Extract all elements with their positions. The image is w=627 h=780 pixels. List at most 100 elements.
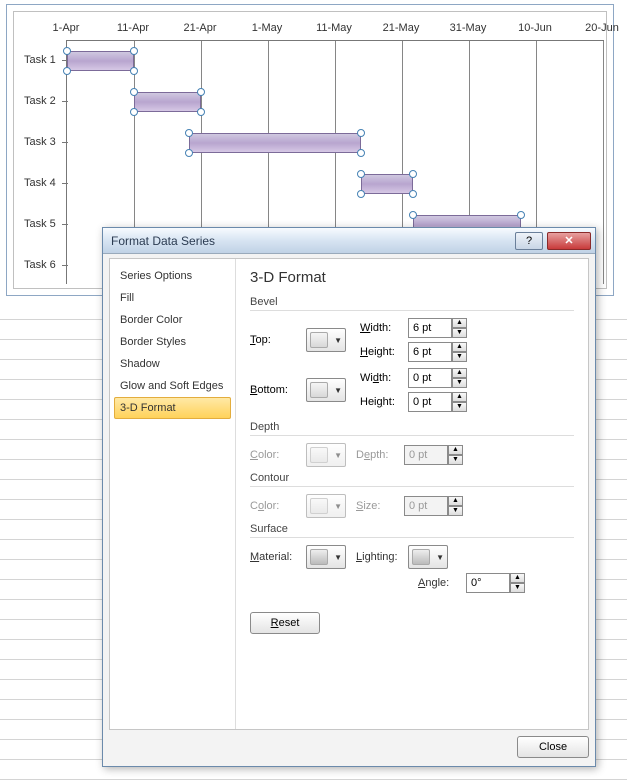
contour-size-spinner: ▲▼ (404, 496, 463, 516)
bar-task4[interactable] (361, 174, 413, 194)
lighting-swatch-icon (412, 549, 430, 565)
selection-handle[interactable] (130, 67, 138, 75)
spin-down-icon[interactable]: ▼ (452, 328, 467, 338)
top-width-input[interactable] (408, 318, 452, 338)
selection-handle[interactable] (130, 88, 138, 96)
chevron-down-icon: ▼ (334, 553, 342, 562)
bottom-height-spinner[interactable]: ▲▼ (408, 392, 467, 412)
spin-down-icon: ▼ (448, 506, 463, 516)
category-list: Series Options Fill Border Color Border … (110, 259, 236, 729)
category-3d-format[interactable]: 3-D Format (114, 397, 231, 419)
chevron-down-icon: ▼ (334, 386, 342, 395)
spin-down-icon[interactable]: ▼ (452, 402, 467, 412)
help-icon: ? (526, 235, 532, 247)
spin-down-icon[interactable]: ▼ (452, 378, 467, 388)
category-series-options[interactable]: Series Options (114, 265, 231, 287)
chevron-down-icon: ▼ (334, 451, 342, 460)
x-tick: 20-Jun (572, 22, 627, 34)
bottom-width-spinner[interactable]: ▲▼ (408, 368, 467, 388)
selection-handle[interactable] (357, 190, 365, 198)
bar-task2[interactable] (134, 92, 201, 112)
paint-bucket-icon (310, 498, 328, 514)
format-data-series-dialog: Format Data Series ? ✕ Series Options Fi… (102, 227, 596, 767)
spin-down-icon[interactable]: ▼ (510, 583, 525, 593)
close-icon: ✕ (564, 234, 573, 247)
chevron-down-icon: ▼ (436, 553, 444, 562)
depth-spinner: ▲▼ (404, 445, 463, 465)
bevel-bottom-picker[interactable]: ▼ (306, 378, 346, 402)
selection-handle[interactable] (409, 211, 417, 219)
spin-up-icon[interactable]: ▲ (452, 392, 467, 402)
category-shadow[interactable]: Shadow (114, 353, 231, 375)
selection-handle[interactable] (130, 108, 138, 116)
angle-spinner[interactable]: ▲▼ (466, 573, 525, 593)
spin-up-icon[interactable]: ▲ (452, 318, 467, 328)
selection-handle[interactable] (409, 170, 417, 178)
category-glow[interactable]: Glow and Soft Edges (114, 375, 231, 397)
bottom-width-input[interactable] (408, 368, 452, 388)
bevel-group-label: Bevel (250, 292, 574, 308)
depth-color-picker: ▼ (306, 443, 346, 467)
contour-size-input (404, 496, 448, 516)
angle-input[interactable] (466, 573, 510, 593)
selection-handle[interactable] (63, 47, 71, 55)
chevron-down-icon: ▼ (334, 336, 342, 345)
bar-task1[interactable] (67, 51, 134, 71)
selection-handle[interactable] (197, 88, 205, 96)
selection-handle[interactable] (517, 211, 525, 219)
depth-input (404, 445, 448, 465)
contour-color-picker: ▼ (306, 494, 346, 518)
material-picker[interactable]: ▼ (306, 545, 346, 569)
paint-bucket-icon (310, 447, 328, 463)
window-close-button[interactable]: ✕ (547, 232, 591, 250)
depth-group-label: Depth (250, 417, 574, 433)
category-fill[interactable]: Fill (114, 287, 231, 309)
dialog-titlebar[interactable]: Format Data Series ? ✕ (103, 228, 595, 254)
chevron-down-icon: ▼ (334, 502, 342, 511)
lighting-picker[interactable]: ▼ (408, 545, 448, 569)
selection-handle[interactable] (185, 149, 193, 157)
contour-group-label: Contour (250, 468, 574, 484)
panel-3d-format: 3-D Format Bevel Top: ▼ Width: ▲▼ Height… (236, 259, 588, 729)
spin-up-icon[interactable]: ▲ (452, 342, 467, 352)
category-border-styles[interactable]: Border Styles (114, 331, 231, 353)
spin-down-icon[interactable]: ▼ (452, 352, 467, 362)
x-tick: 11-Apr (103, 22, 163, 34)
x-tick: 31-May (438, 22, 498, 34)
reset-button[interactable]: Reset (250, 612, 320, 634)
selection-handle[interactable] (130, 47, 138, 55)
surface-group-label: Surface (250, 519, 574, 535)
top-width-spinner[interactable]: ▲▼ (408, 318, 467, 338)
selection-handle[interactable] (357, 129, 365, 137)
bevel-swatch-icon (310, 382, 328, 398)
material-swatch-icon (310, 549, 328, 565)
bar-task3[interactable] (189, 133, 361, 153)
selection-handle[interactable] (357, 170, 365, 178)
top-height-spinner[interactable]: ▲▼ (408, 342, 467, 362)
help-button[interactable]: ? (515, 232, 543, 250)
bottom-height-input[interactable] (408, 392, 452, 412)
selection-handle[interactable] (357, 149, 365, 157)
bevel-swatch-icon (310, 332, 328, 348)
x-tick: 11-May (304, 22, 364, 34)
spin-up-icon[interactable]: ▲ (510, 573, 525, 583)
x-tick: 21-May (371, 22, 431, 34)
x-tick: 21-Apr (170, 22, 230, 34)
spin-up-icon[interactable]: ▲ (452, 368, 467, 378)
selection-handle[interactable] (185, 129, 193, 137)
x-tick: 1-Apr (36, 22, 96, 34)
dialog-title: Format Data Series (111, 234, 511, 248)
close-button[interactable]: Close (517, 736, 589, 758)
selection-handle[interactable] (63, 67, 71, 75)
category-border-color[interactable]: Border Color (114, 309, 231, 331)
spin-down-icon: ▼ (448, 455, 463, 465)
panel-title: 3-D Format (250, 269, 574, 286)
selection-handle[interactable] (409, 190, 417, 198)
x-tick: 1-May (237, 22, 297, 34)
x-tick: 10-Jun (505, 22, 565, 34)
top-height-input[interactable] (408, 342, 452, 362)
bevel-top-picker[interactable]: ▼ (306, 328, 346, 352)
selection-handle[interactable] (197, 108, 205, 116)
spin-up-icon: ▲ (448, 496, 463, 506)
spin-up-icon: ▲ (448, 445, 463, 455)
